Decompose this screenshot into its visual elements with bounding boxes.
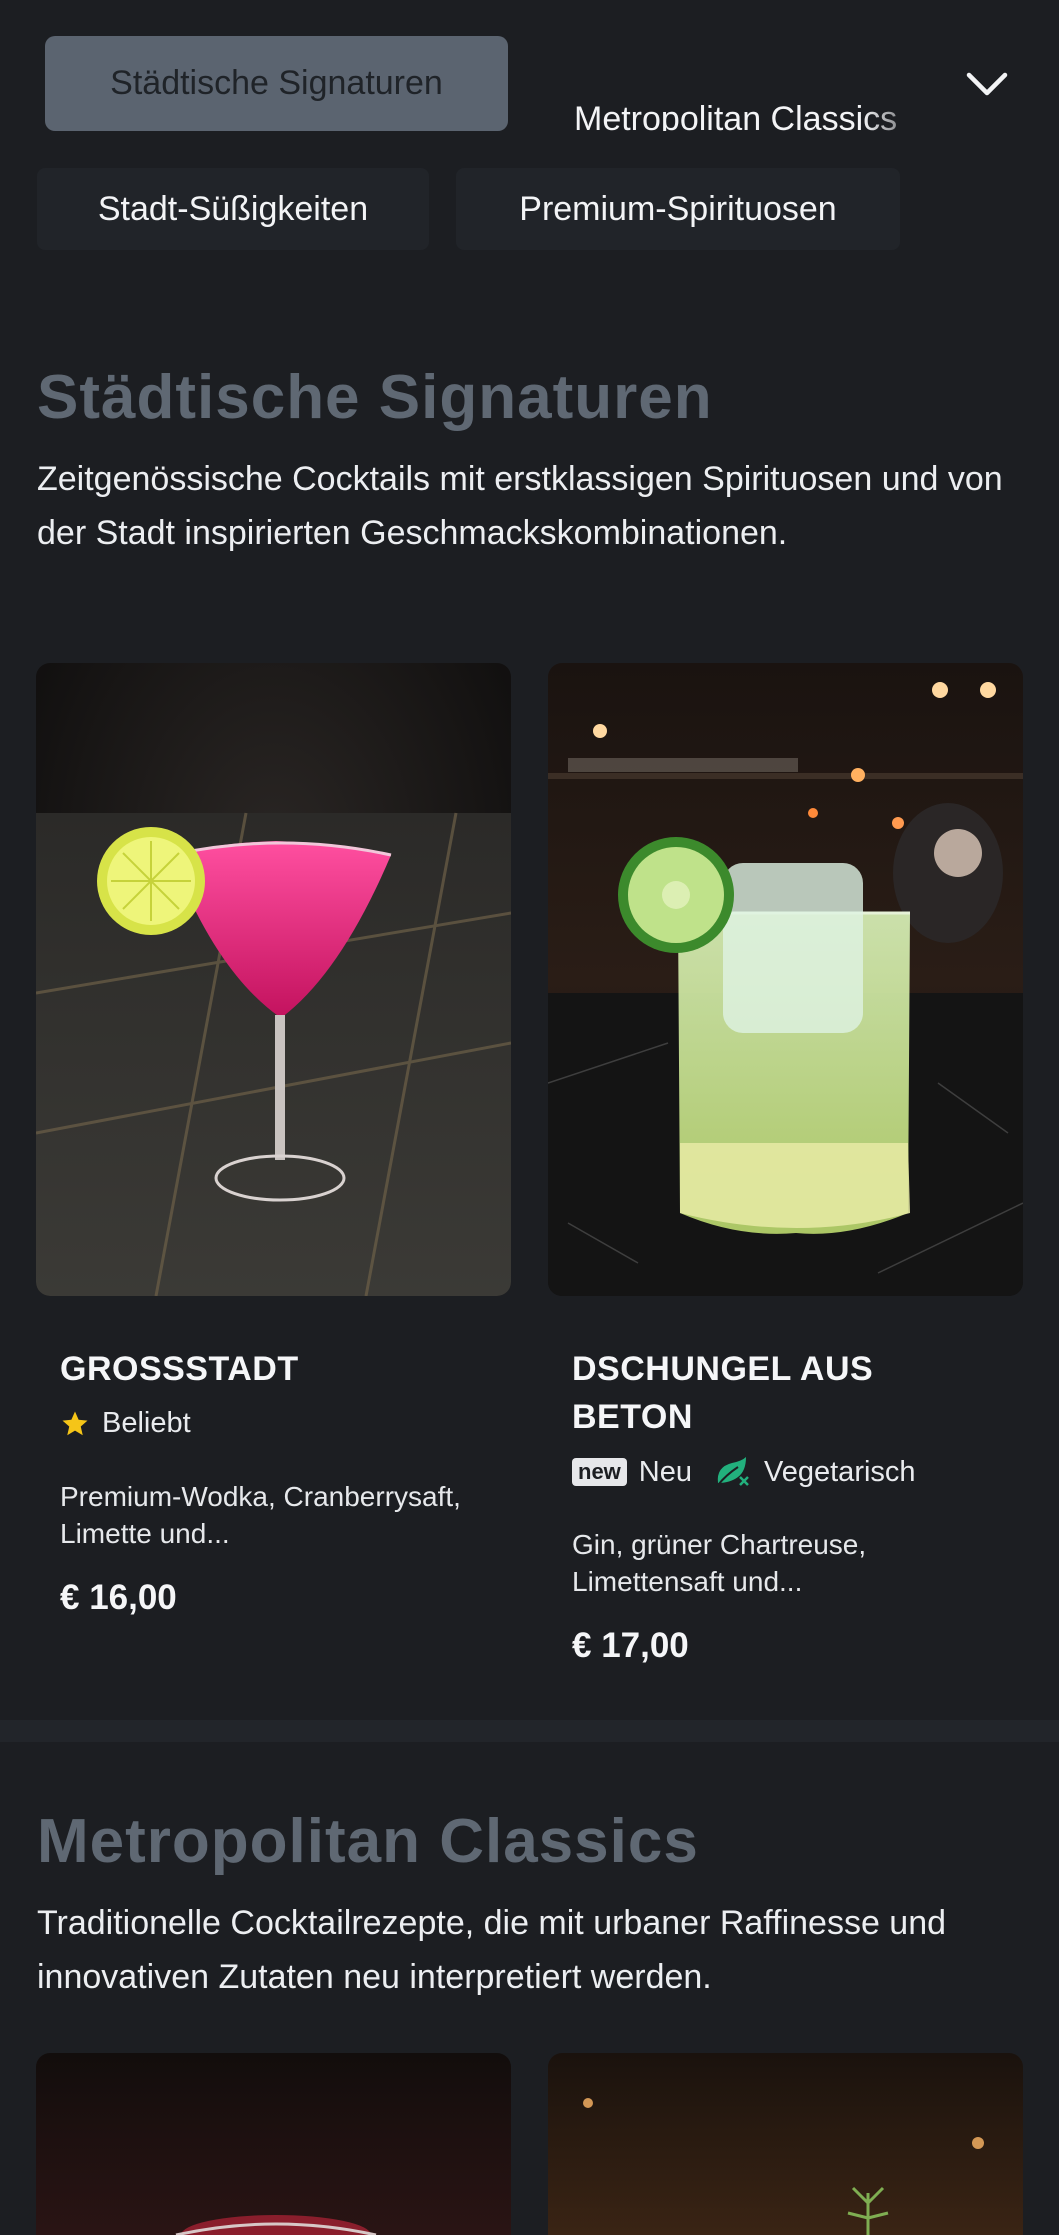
- item-price: € 17,00: [572, 1626, 689, 1665]
- tab-metropolitan-classics[interactable]: Metropolitan Classics: [574, 72, 897, 167]
- star-icon: [60, 1409, 90, 1439]
- chip-premium-spirituosen[interactable]: Premium-Spirituosen: [456, 168, 900, 250]
- cocktail-photo: [548, 2053, 1023, 2235]
- tab-staedtische-signaturen[interactable]: Städtische Signaturen: [45, 36, 508, 131]
- tag-label-beliebt: Beliebt: [102, 1407, 191, 1439]
- category-nav: Städtische Signaturen Metropolitan Class…: [0, 0, 1059, 270]
- section-divider: [0, 1720, 1059, 1742]
- section-title-metropolitan-classics: Metropolitan Classics: [37, 1807, 699, 1876]
- item-description: Gin, grüner Chartreuse, Limettensaft und…: [572, 1529, 867, 1597]
- item-name: GROSSSTADT: [60, 1350, 299, 1388]
- tab-fade-wrapper: Metropolitan Classics: [574, 36, 944, 138]
- cocktail-photo-dschungel-aus-beton: [548, 663, 1023, 1296]
- cocktail-photo-grossstadt: [36, 663, 511, 1296]
- tag-label-vegetarisch: Vegetarisch: [764, 1455, 916, 1488]
- cocktail-photo: [36, 2053, 511, 2235]
- section-description: Zeitgenössische Cocktails mit erstklassi…: [37, 460, 1003, 552]
- chevron-down-icon[interactable]: [958, 58, 1016, 110]
- menu-item-card[interactable]: [548, 2053, 1023, 2235]
- tag-label-neu: Neu: [638, 1455, 692, 1488]
- menu-item-card[interactable]: GROSSSTADT Beliebt Premium-Wodka, Cranbe…: [36, 663, 511, 1663]
- item-name: DSCHUNGEL AUS BETON: [572, 1350, 874, 1436]
- section-description: Traditionelle Cocktailrezepte, die mit u…: [37, 1904, 947, 1996]
- item-price: € 16,00: [60, 1578, 177, 1617]
- new-badge: new: [572, 1458, 627, 1486]
- menu-item-card[interactable]: [36, 2053, 511, 2235]
- item-tags: Beliebt: [60, 1407, 191, 1440]
- vegetarian-icon: [712, 1455, 752, 1489]
- item-description: Premium-Wodka, Cranberrysaft, Limette un…: [60, 1481, 461, 1549]
- menu-item-card[interactable]: DSCHUNGEL AUS BETON new Neu Vegetarisch …: [548, 663, 1023, 1665]
- chip-stadt-suessigkeiten[interactable]: Stadt-Süßigkeiten: [37, 168, 429, 250]
- item-tags: new Neu Vegetarisch: [572, 1455, 916, 1489]
- section-title-staedtische-signaturen: Städtische Signaturen: [37, 363, 713, 432]
